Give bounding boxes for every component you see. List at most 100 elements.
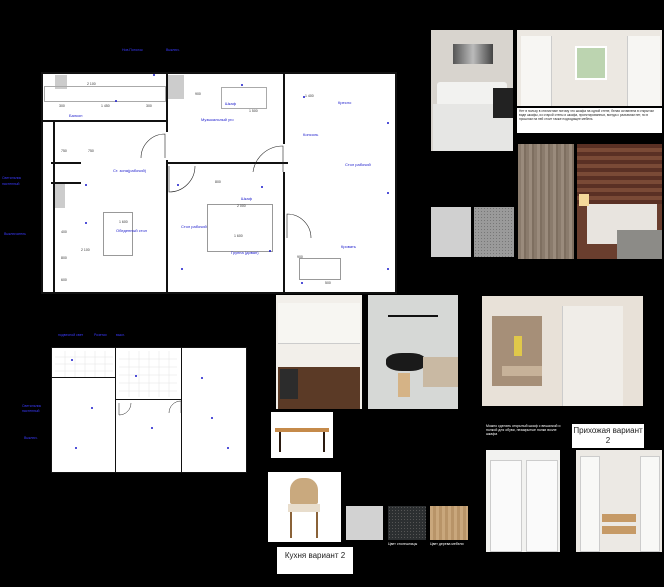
swatch-grey-texture bbox=[474, 207, 514, 257]
dimension: 600 bbox=[61, 278, 67, 282]
socket-marker bbox=[261, 186, 263, 188]
wall bbox=[41, 120, 166, 122]
wall-art bbox=[453, 44, 493, 64]
blanket bbox=[617, 230, 662, 259]
socket-marker bbox=[387, 268, 389, 270]
dimension: 750 bbox=[61, 149, 67, 153]
room-label: Стол рабочий bbox=[345, 162, 371, 167]
chair-leg bbox=[316, 512, 318, 538]
hallway-note: Можно сделать открытый шкаф с вешалкой и… bbox=[486, 424, 568, 436]
callout-label: Нов.Потолок bbox=[122, 48, 143, 52]
room-label: Музыкальный уго bbox=[201, 117, 234, 122]
table-leg bbox=[323, 432, 325, 452]
socket-marker bbox=[75, 447, 77, 449]
furniture-bench bbox=[44, 86, 166, 102]
swatch-dark bbox=[388, 506, 426, 540]
callout-label: настенный bbox=[22, 409, 40, 413]
room-label: Шкаф bbox=[225, 101, 237, 106]
door-arc bbox=[118, 402, 132, 416]
dimension: 1 600 bbox=[234, 234, 243, 238]
wall bbox=[283, 72, 285, 144]
chair-leg bbox=[290, 512, 292, 538]
chair-back bbox=[290, 478, 318, 504]
callout-label: Розетки bbox=[94, 333, 107, 337]
shelf bbox=[521, 36, 552, 106]
socket-marker bbox=[387, 192, 389, 194]
table-photo bbox=[271, 412, 333, 458]
room-label: Группа (диван) bbox=[231, 250, 259, 255]
socket-marker bbox=[85, 184, 87, 186]
dimension: 900 bbox=[297, 255, 303, 259]
dimension: 1 600 bbox=[119, 220, 128, 224]
room-label: Кровать bbox=[341, 244, 356, 249]
swatch-label: Цвет столешницы bbox=[388, 542, 418, 546]
socket-marker bbox=[201, 377, 203, 379]
bench bbox=[502, 366, 542, 376]
hallway-photo-2 bbox=[486, 450, 560, 552]
socket-marker bbox=[71, 359, 73, 361]
socket-marker bbox=[303, 96, 305, 98]
kitchen-caption: Кухня вариант 2 bbox=[277, 547, 353, 574]
room-label: Консоль bbox=[303, 132, 319, 137]
wardrobe bbox=[562, 306, 623, 406]
drawer bbox=[602, 526, 636, 534]
dimension: 800 bbox=[215, 180, 221, 184]
callout-label: Выключ. bbox=[166, 48, 180, 52]
wood-texture bbox=[518, 144, 574, 259]
hallway-caption: Прихожая вариант 2 bbox=[572, 424, 644, 448]
door bbox=[580, 456, 600, 552]
swatch-label: Цвет дерева мебели bbox=[430, 542, 464, 546]
wall bbox=[246, 347, 247, 473]
callout-label: подвесной свет bbox=[58, 333, 84, 337]
hallway-note-text: Можно сделать открытый шкаф с вешалкой и… bbox=[486, 424, 561, 436]
door bbox=[640, 456, 660, 552]
coat bbox=[514, 336, 522, 356]
socket-marker bbox=[269, 250, 271, 252]
hallway-photo bbox=[482, 296, 643, 406]
wall bbox=[51, 472, 247, 473]
swatch-light bbox=[346, 506, 383, 540]
oven bbox=[280, 369, 298, 399]
floor-plan-small bbox=[51, 347, 247, 473]
brick-wall bbox=[577, 144, 662, 204]
chair-photo bbox=[268, 472, 341, 542]
floor-tile-grid bbox=[55, 351, 113, 377]
room-label: Балкон bbox=[69, 113, 83, 118]
dimension: 1 500 bbox=[249, 109, 258, 113]
upper-cabinets bbox=[278, 303, 360, 344]
chair-seat bbox=[288, 504, 320, 512]
floor-plan-main: Балкон Шкаф Музыкальный уго Кресло Консо… bbox=[41, 72, 397, 294]
callout-label: Выключ. bbox=[24, 436, 38, 440]
socket-marker bbox=[91, 407, 93, 409]
dining-photo bbox=[368, 295, 458, 409]
dimension: 300 bbox=[59, 104, 65, 108]
dimension: 1 400 bbox=[305, 94, 314, 98]
door-arc bbox=[168, 400, 182, 414]
chair bbox=[398, 373, 410, 397]
socket-marker bbox=[135, 375, 137, 377]
socket-marker bbox=[181, 268, 183, 270]
swatch-oak bbox=[430, 506, 468, 540]
dimension: 2 000 bbox=[237, 204, 246, 208]
wall bbox=[115, 347, 116, 473]
furniture-bed bbox=[207, 204, 273, 252]
dimension: 800 bbox=[61, 256, 67, 260]
shelf bbox=[627, 36, 660, 106]
wall bbox=[51, 347, 52, 473]
dimension: 400 bbox=[61, 230, 67, 234]
floor-tile-grid bbox=[119, 351, 177, 397]
dimension: 300 bbox=[146, 104, 152, 108]
room-label: Ст. зона(рабочий) bbox=[113, 168, 147, 173]
hallway-caption-text: Прихожая вариант 2 bbox=[573, 426, 643, 445]
shelf bbox=[526, 460, 558, 552]
furniture-desk bbox=[299, 258, 341, 280]
swatch-light-grey bbox=[431, 207, 471, 257]
door-arc bbox=[140, 133, 166, 159]
wardrobe-photo bbox=[517, 30, 662, 106]
socket-marker bbox=[85, 222, 87, 224]
tabletop bbox=[275, 428, 329, 432]
socket-marker bbox=[211, 417, 213, 419]
kitchen-caption-text: Кухня вариант 2 bbox=[284, 551, 346, 560]
drawer bbox=[602, 514, 636, 522]
kitchen-photo bbox=[276, 295, 362, 409]
